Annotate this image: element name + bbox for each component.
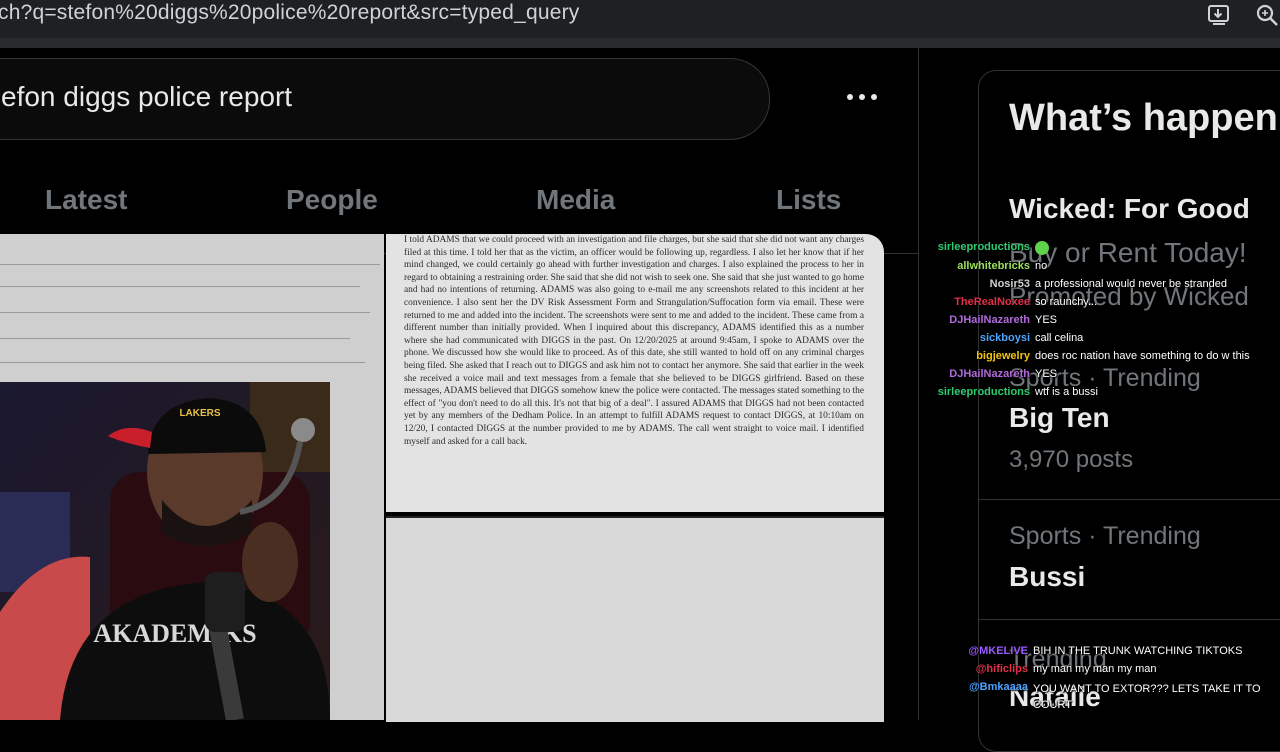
chat-username: Nosir53 [989, 278, 1030, 290]
trend-2-name[interactable]: Bussi [1009, 561, 1085, 593]
chat-message: DJHailNazareth YES [920, 314, 1280, 331]
chat-username: DJHailNazareth [949, 368, 1030, 380]
chat-text: YES [1035, 314, 1058, 326]
chat-message: @MKELIVE BIH IN THE TRUNK WATCHING TIKTO… [920, 645, 1280, 662]
trend-divider [979, 619, 1280, 620]
tab-lists[interactable]: Lists [776, 184, 841, 216]
police-report-text: I told ADAMS that we could proceed with … [404, 235, 864, 447]
chat-username: @hificlips [975, 663, 1028, 675]
chat-username: allwhitebricks [957, 260, 1030, 272]
chat-username: bigjewelry [976, 350, 1030, 362]
panel-title: What’s happen [1009, 97, 1278, 139]
tab-media[interactable]: Media [536, 184, 615, 216]
chat-username: sickboysi [979, 332, 1030, 344]
chat-username: @Bmkaaaa [968, 681, 1028, 693]
chat-text: YES [1035, 368, 1058, 380]
trend-2-context: Sports · Trending [1009, 522, 1201, 550]
chat-message: Nosir53 a professional would never be st… [920, 278, 1280, 295]
chat-message: @Bmkaaaa YOU WANT TO EXTOR??? LETS TAKE … [920, 681, 1280, 715]
chat-text: BIH IN THE TRUNK WATCHING TIKTOKS [1033, 645, 1243, 657]
chat-username: TheRealNoxee [954, 296, 1030, 308]
zoom-icon[interactable] [1254, 2, 1280, 28]
browser-separator [0, 38, 1280, 48]
chat-text: a professional would never be stranded [1035, 278, 1228, 290]
chat-message: allwhitebricks no [920, 260, 1280, 277]
install-app-icon[interactable] [1206, 2, 1232, 28]
chat-text: does roc nation have something to do w t… [1035, 350, 1250, 362]
browser-url-bar[interactable]: ch?q=stefon%20diggs%20police%20report&sr… [0, 0, 1280, 38]
police-report-image[interactable]: I told ADAMS that we could proceed with … [386, 234, 884, 512]
chat-text: my man my man my man [1033, 663, 1157, 675]
chat-username: DJHailNazareth [949, 314, 1030, 326]
chat-message: @hificlips my man my man my man [920, 663, 1280, 680]
chat-message: DJHailNazareth YES [920, 368, 1280, 385]
hat-logo-text: LAKERS [179, 408, 220, 419]
chat-text: YOU WANT TO EXTOR??? LETS TAKE IT TO COU… [1033, 683, 1261, 711]
chat-message: TheRealNoxee so raunchy... [920, 296, 1280, 313]
webcam-overlay: LAKERS AKADEMIKS [0, 382, 330, 720]
chat-emote-icon [1035, 241, 1049, 255]
url-text[interactable]: ch?q=stefon%20diggs%20police%20report&sr… [0, 1, 579, 25]
chat-text: wtf is a bussi [1035, 386, 1098, 398]
chat-username: sirleeproductions [937, 241, 1030, 253]
more-options-icon[interactable] [843, 86, 881, 108]
search-query[interactable]: efon diggs police report [1, 81, 292, 113]
chat-message: sirleeproductions wtf is a bussi [920, 386, 1280, 403]
chat-message: bigjewelry does roc nation have somethin… [920, 350, 1280, 367]
chat-text: call celina [1035, 332, 1084, 344]
trend-1-name[interactable]: Big Ten [1009, 402, 1110, 434]
chat-text: no [1035, 260, 1048, 272]
chat-message: sickboysi call celina [920, 332, 1280, 349]
trend-divider [979, 499, 1280, 500]
trend-1-count: 3,970 posts [1009, 446, 1134, 473]
chat-message: sirleeproductions [920, 241, 1280, 258]
tab-latest[interactable]: Latest [45, 184, 127, 216]
promo-title[interactable]: Wicked: For Good [1009, 193, 1250, 225]
document-image-bottom[interactable] [386, 516, 884, 722]
chat-text: so raunchy... [1035, 296, 1098, 308]
streamer-webcam: LAKERS AKADEMIKS [0, 382, 330, 720]
tab-people[interactable]: People [286, 184, 378, 216]
chat-username: @MKELIVE [968, 645, 1028, 657]
search-box[interactable]: efon diggs police report [0, 58, 770, 140]
chat-username: sirleeproductions [937, 386, 1030, 398]
